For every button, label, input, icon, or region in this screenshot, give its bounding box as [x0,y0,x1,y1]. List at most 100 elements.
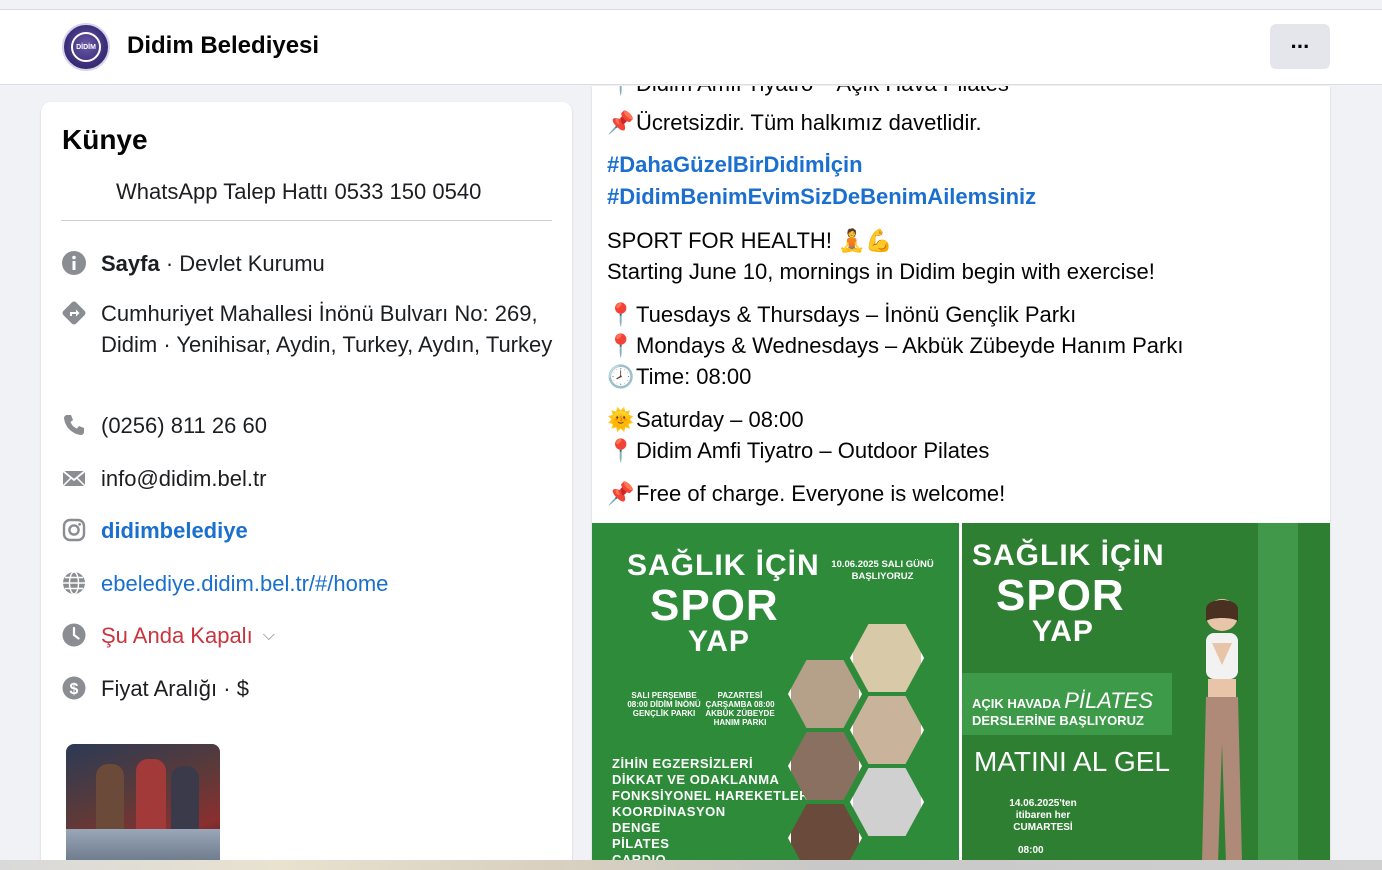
instagram-row: didimbelediye [61,515,556,546]
globe-icon [63,571,85,595]
post-line: 🕗Time: 08:00 [607,361,751,392]
poster-list: ZİHİN EGZERSİZLERİ DİKKAT VE ODAKLANMA F… [612,756,809,863]
post-text: Mondays & Wednesdays – Akbük Zübeyde Han… [636,333,1184,358]
clock-icon [62,623,86,647]
poster-sub: DERSLERİNE BAŞLIYORUZ [972,713,1144,728]
logo-text: DİDİM [71,32,101,62]
address-text: Cumhuriyet Mahallesi İnönü Bulvarı No: 2… [101,301,553,357]
poster-list-item: PİLATES [612,836,670,851]
poster-meta: PAZARTESİ ÇARŞAMBA 08:00 AKBÜK ZÜBEYDE H… [705,691,775,727]
email-text[interactable]: info@didim.bel.tr [101,463,266,494]
chevron-down-icon[interactable]: ⌵ [263,620,275,651]
website-link[interactable]: ebelediye.didim.bel.tr/#/home [101,568,388,599]
pushpin-icon: 📍 [607,438,635,463]
pin-icon: 📌 [607,110,635,135]
phone-text[interactable]: (0256) 811 26 60 [101,410,267,441]
sun-icon: 🌞 [607,407,635,432]
poster-title-big: SPOR [996,571,1125,620]
post-line-cut: 📍Didim Amfi Tiyatro – Açık Hava Pilates [607,86,1009,99]
instagram-icon [62,518,86,542]
pushpin-icon: 📍 [607,302,635,327]
poster-time: 08:00 [1018,845,1044,856]
photo-figure [96,764,124,834]
post-line: 📍Mondays & Wednesdays – Akbük Zübeyde Ha… [607,330,1183,361]
poster-photo-hex [850,695,924,765]
phone-icon [64,415,84,435]
address-row: Cumhuriyet Mahallesi İnönü Bulvarı No: 2… [61,298,556,360]
photo-figure [171,766,199,834]
post-text: Time: 08:00 [636,364,752,389]
clock-emoji-icon: 🕗 [607,364,635,389]
photo-thumbnail[interactable] [66,744,220,870]
category-row: Sayfa · Devlet Kurumu [61,248,556,279]
intro-heading: Künye [62,124,148,155]
post-text: Free of charge. Everyone is welcome! [636,481,1006,506]
price-row: $ Fiyat Aralığı · $ [61,673,556,704]
post-text: Saturday – 08:00 [636,407,804,432]
page-header: DİDİM Didim Belediyesi ··· [0,10,1382,85]
poster-date: 10.06.2025 SALI GÜNÜ BAŞLIYORUZ [831,559,934,582]
post-line: 📌Ücretsizdir. Tüm halkımız davetlidir. [607,107,982,138]
post-line: 📍Tuesdays & Thursdays – İnönü Gençlik Pa… [607,299,1076,330]
poster-list-item: ZİHİN EGZERSİZLERİ [612,756,754,771]
poster-list-item: FONKSİYONEL HAREKETLER [612,788,810,803]
post-card: 📍Didim Amfi Tiyatro – Açık Hava Pilates … [592,86,1330,870]
poster-photo-hex [850,623,924,693]
pushpin-icon: 📍 [607,333,635,358]
page-logo[interactable]: DİDİM [62,23,110,71]
poster-mat: MATINI AL GEL [974,746,1171,777]
photo-figure [136,759,166,834]
hours-row[interactable]: Şu Anda Kapalı ⌵ [61,620,556,651]
intro-card: Künye WhatsApp Talep Hattı 0533 150 0540… [41,102,572,870]
instagram-link[interactable]: didimbelediye [101,515,248,546]
pin-icon: 📌 [607,481,635,506]
post-text: Didim Amfi Tiyatro – Açık Hava Pilates [636,86,1009,96]
bottom-strip [0,860,1382,870]
info-icon [62,251,86,275]
post-line: Starting June 10, mornings in Didim begi… [607,259,1155,284]
hashtag-link[interactable]: #DidimBenimEvimSizDeBenimAilemsiniz [607,181,1036,212]
website-row: ebelediye.didim.bel.tr/#/home [61,568,556,599]
category-value: · Devlet Kurumu [159,251,325,276]
post-line: SPORT FOR HEALTH! 🧘💪 [607,228,893,253]
dollar-icon: $ [62,676,86,700]
poster-title: YAP [688,625,750,658]
poster-date: 14.06.2025'ten itibaren her CUMARTESİ [1009,798,1077,833]
category-type: Sayfa [101,251,160,276]
post-image-2[interactable]: SAĞLIK İÇİN SPOR YAP AÇIK HAVADA PİLATES… [962,523,1330,863]
bio-text: WhatsApp Talep Hattı 0533 150 0540 [116,179,482,204]
svg-text:$: $ [70,681,79,698]
post-image-1[interactable]: SAĞLIK İÇİN SPOR YAP 10.06.2025 SALI GÜN… [592,523,959,863]
hashtag-link[interactable]: #DahaGüzelBirDidimİçin [607,149,863,180]
poster-title: SAĞLIK İÇİN [627,549,820,582]
email-row: info@didim.bel.tr [61,463,556,494]
poster-meta: SALI PERŞEMBE 08:00 DİDİM İNÖNÜ GENÇLİK … [627,691,701,718]
phone-row: (0256) 811 26 60 [61,410,556,441]
hours-text[interactable]: Şu Anda Kapalı [101,620,253,651]
post-text: Tuesdays & Thursdays – İnönü Gençlik Par… [636,302,1077,327]
poster-title-big: SPOR [650,581,779,630]
post-line: 📍Didim Amfi Tiyatro – Outdoor Pilates [607,435,989,466]
poster-photo-hex [788,659,862,729]
poster-title: YAP [1032,615,1094,648]
poster-sub: AÇIK HAVADA PİLATES [972,690,1153,712]
pushpin-icon: 📍 [607,86,634,99]
mail-icon [62,470,86,487]
price-text: Fiyat Aralığı · $ [101,676,249,701]
post-line: 📌Free of charge. Everyone is welcome! [607,478,1005,509]
poster-sub-text: PİLATES [1064,688,1154,713]
poster-photo-hex [850,767,924,837]
woman-figure [1202,599,1242,863]
post-text: Didim Amfi Tiyatro – Outdoor Pilates [636,438,990,463]
page-title[interactable]: Didim Belediyesi [127,32,319,60]
browser-top-strip [0,0,1382,10]
more-options-button[interactable]: ··· [1270,24,1330,69]
post-line: 🌞Saturday – 08:00 [607,404,804,435]
poster-list-item: KOORDİNASYON [612,804,726,819]
poster-list-item: DİKKAT VE ODAKLANMA [612,772,780,787]
poster-title: SAĞLIK İÇİN [972,539,1165,572]
poster-list-item: DENGE [612,820,661,835]
directions-icon [62,301,86,325]
divider [61,220,552,221]
post-text: Ücretsizdir. Tüm halkımız davetlidir. [636,110,982,135]
